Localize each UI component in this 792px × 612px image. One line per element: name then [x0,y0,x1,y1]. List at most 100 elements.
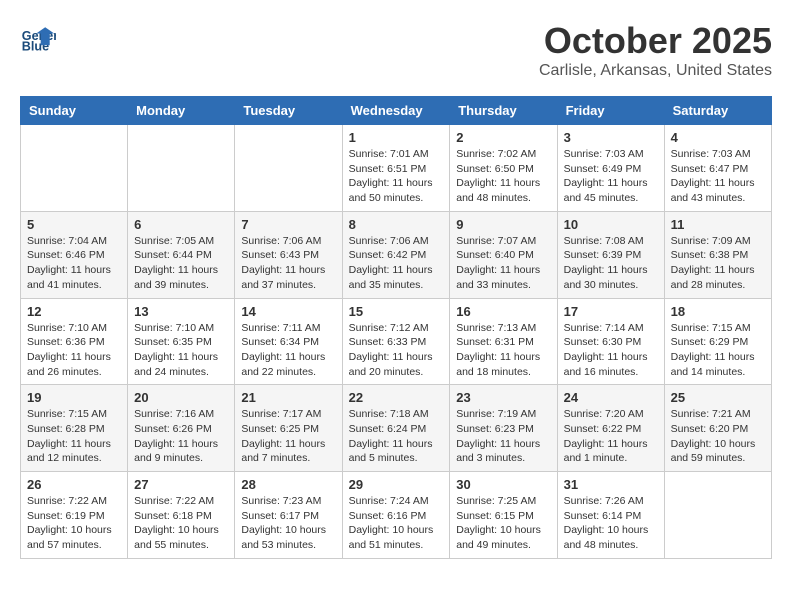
weekday-header-tuesday: Tuesday [235,97,342,125]
calendar-cell: 22 Sunrise: 7:18 AM Sunset: 6:24 PM Dayli… [342,385,450,472]
day-info: Sunrise: 7:22 AM Sunset: 6:19 PM Dayligh… [27,494,121,553]
calendar-cell: 23Sunrise: 7:19 AM Sunset: 6:23 PM Dayli… [450,385,557,472]
weekday-header-saturday: Saturday [664,97,771,125]
weekday-header-row: SundayMondayTuesdayWednesdayThursdayFrid… [21,97,772,125]
day-number: 21 [241,390,335,405]
calendar-cell: 31 Sunrise: 7:26 AM Sunset: 6:14 PM Dayli… [557,472,664,559]
day-info: Sunrise: 7:20 AM Sunset: 6:22 PM Dayligh… [564,407,658,466]
month-title: October 2025 [539,20,772,62]
calendar-cell: 6 Sunrise: 7:05 AM Sunset: 6:44 PM Daylig… [128,211,235,298]
day-info: Sunrise: 7:17 AM Sunset: 6:25 PM Dayligh… [241,407,335,466]
day-number: 6 [134,217,228,232]
day-info: Sunrise: 7:10 AM Sunset: 6:35 PM Dayligh… [134,321,228,380]
calendar-cell: 29 Sunrise: 7:24 AM Sunset: 6:16 PM Dayli… [342,472,450,559]
calendar-cell: 21 Sunrise: 7:17 AM Sunset: 6:25 PM Dayli… [235,385,342,472]
calendar-cell: 17 Sunrise: 7:14 AM Sunset: 6:30 PM Dayli… [557,298,664,385]
day-info: Sunrise: 7:24 AM Sunset: 6:16 PM Dayligh… [349,494,444,553]
day-info: Sunrise: 7:16 AM Sunset: 6:26 PM Dayligh… [134,407,228,466]
day-info: Sunrise: 7:18 AM Sunset: 6:24 PM Dayligh… [349,407,444,466]
day-number: 5 [27,217,121,232]
day-info: Sunrise: 7:15 AM Sunset: 6:28 PM Dayligh… [27,407,121,466]
calendar-cell: 14 Sunrise: 7:11 AM Sunset: 6:34 PM Dayli… [235,298,342,385]
day-number: 7 [241,217,335,232]
calendar-cell [21,125,128,212]
calendar-week-4: 19 Sunrise: 7:15 AM Sunset: 6:28 PM Dayli… [21,385,772,472]
day-info: Sunrise: 7:02 AM Sunset: 6:50 PM Dayligh… [456,147,550,206]
day-number: 25 [671,390,765,405]
weekday-header-wednesday: Wednesday [342,97,450,125]
day-info: Sunrise: 7:13 AM Sunset: 6:31 PM Dayligh… [456,321,550,380]
day-number: 11 [671,217,765,232]
day-info: Sunrise: 7:12 AM Sunset: 6:33 PM Dayligh… [349,321,444,380]
day-number: 24 [564,390,658,405]
day-number: 13 [134,304,228,319]
calendar-cell: 18Sunrise: 7:15 AM Sunset: 6:29 PM Dayli… [664,298,771,385]
calendar-cell: 25 Sunrise: 7:21 AM Sunset: 6:20 PM Dayli… [664,385,771,472]
calendar-cell: 1Sunrise: 7:01 AM Sunset: 6:51 PM Daylig… [342,125,450,212]
day-info: Sunrise: 7:25 AM Sunset: 6:15 PM Dayligh… [456,494,550,553]
calendar-cell: 2 Sunrise: 7:02 AM Sunset: 6:50 PM Daylig… [450,125,557,212]
calendar-cell: 3 Sunrise: 7:03 AM Sunset: 6:49 PM Daylig… [557,125,664,212]
day-info: Sunrise: 7:14 AM Sunset: 6:30 PM Dayligh… [564,321,658,380]
day-number: 14 [241,304,335,319]
day-info: Sunrise: 7:06 AM Sunset: 6:42 PM Dayligh… [349,234,444,293]
day-info: Sunrise: 7:22 AM Sunset: 6:18 PM Dayligh… [134,494,228,553]
day-number: 8 [349,217,444,232]
calendar-week-1: 1Sunrise: 7:01 AM Sunset: 6:51 PM Daylig… [21,125,772,212]
day-number: 16 [456,304,550,319]
day-info: Sunrise: 7:06 AM Sunset: 6:43 PM Dayligh… [241,234,335,293]
title-section: October 2025 Carlisle, Arkansas, United … [539,20,772,80]
day-info: Sunrise: 7:23 AM Sunset: 6:17 PM Dayligh… [241,494,335,553]
day-info: Sunrise: 7:03 AM Sunset: 6:47 PM Dayligh… [671,147,765,206]
calendar-cell: 26 Sunrise: 7:22 AM Sunset: 6:19 PM Dayli… [21,472,128,559]
calendar-table: SundayMondayTuesdayWednesdayThursdayFrid… [20,96,772,559]
calendar-cell [664,472,771,559]
day-number: 17 [564,304,658,319]
weekday-header-friday: Friday [557,97,664,125]
calendar-cell: 4 Sunrise: 7:03 AM Sunset: 6:47 PM Daylig… [664,125,771,212]
logo-icon: General Blue [20,20,56,56]
day-number: 31 [564,477,658,492]
day-number: 30 [456,477,550,492]
calendar-cell [128,125,235,212]
day-info: Sunrise: 7:21 AM Sunset: 6:20 PM Dayligh… [671,407,765,466]
calendar-cell: 15 Sunrise: 7:12 AM Sunset: 6:33 PM Dayli… [342,298,450,385]
day-number: 3 [564,130,658,145]
calendar-week-2: 5 Sunrise: 7:04 AM Sunset: 6:46 PM Daylig… [21,211,772,298]
weekday-header-sunday: Sunday [21,97,128,125]
day-number: 20 [134,390,228,405]
day-number: 29 [349,477,444,492]
calendar-cell: 16 Sunrise: 7:13 AM Sunset: 6:31 PM Dayli… [450,298,557,385]
calendar-cell [235,125,342,212]
day-number: 26 [27,477,121,492]
calendar-cell: 5 Sunrise: 7:04 AM Sunset: 6:46 PM Daylig… [21,211,128,298]
calendar-cell: 13 Sunrise: 7:10 AM Sunset: 6:35 PM Dayli… [128,298,235,385]
weekday-header-thursday: Thursday [450,97,557,125]
page-header: General Blue October 2025 Carlisle, Arka… [20,20,772,80]
day-info: Sunrise: 7:11 AM Sunset: 6:34 PM Dayligh… [241,321,335,380]
calendar-cell: 7 Sunrise: 7:06 AM Sunset: 6:43 PM Daylig… [235,211,342,298]
day-number: 9 [456,217,550,232]
calendar-cell: 20 Sunrise: 7:16 AM Sunset: 6:26 PM Dayli… [128,385,235,472]
day-info: Sunrise: 7:10 AM Sunset: 6:36 PM Dayligh… [27,321,121,380]
day-info: Sunrise: 7:03 AM Sunset: 6:49 PM Dayligh… [564,147,658,206]
calendar-cell: 8 Sunrise: 7:06 AM Sunset: 6:42 PM Daylig… [342,211,450,298]
day-info: Sunrise: 7:04 AM Sunset: 6:46 PM Dayligh… [27,234,121,293]
calendar-cell: 24 Sunrise: 7:20 AM Sunset: 6:22 PM Dayli… [557,385,664,472]
calendar-cell: 9Sunrise: 7:07 AM Sunset: 6:40 PM Daylig… [450,211,557,298]
day-number: 19 [27,390,121,405]
calendar-cell: 19 Sunrise: 7:15 AM Sunset: 6:28 PM Dayli… [21,385,128,472]
day-number: 15 [349,304,444,319]
day-info: Sunrise: 7:05 AM Sunset: 6:44 PM Dayligh… [134,234,228,293]
day-number: 27 [134,477,228,492]
calendar-week-3: 12Sunrise: 7:10 AM Sunset: 6:36 PM Dayli… [21,298,772,385]
calendar-cell: 10Sunrise: 7:08 AM Sunset: 6:39 PM Dayli… [557,211,664,298]
calendar-week-5: 26 Sunrise: 7:22 AM Sunset: 6:19 PM Dayli… [21,472,772,559]
day-number: 4 [671,130,765,145]
calendar-cell: 28Sunrise: 7:23 AM Sunset: 6:17 PM Dayli… [235,472,342,559]
day-info: Sunrise: 7:26 AM Sunset: 6:14 PM Dayligh… [564,494,658,553]
day-number: 10 [564,217,658,232]
logo: General Blue [20,20,60,56]
day-number: 22 [349,390,444,405]
day-number: 2 [456,130,550,145]
